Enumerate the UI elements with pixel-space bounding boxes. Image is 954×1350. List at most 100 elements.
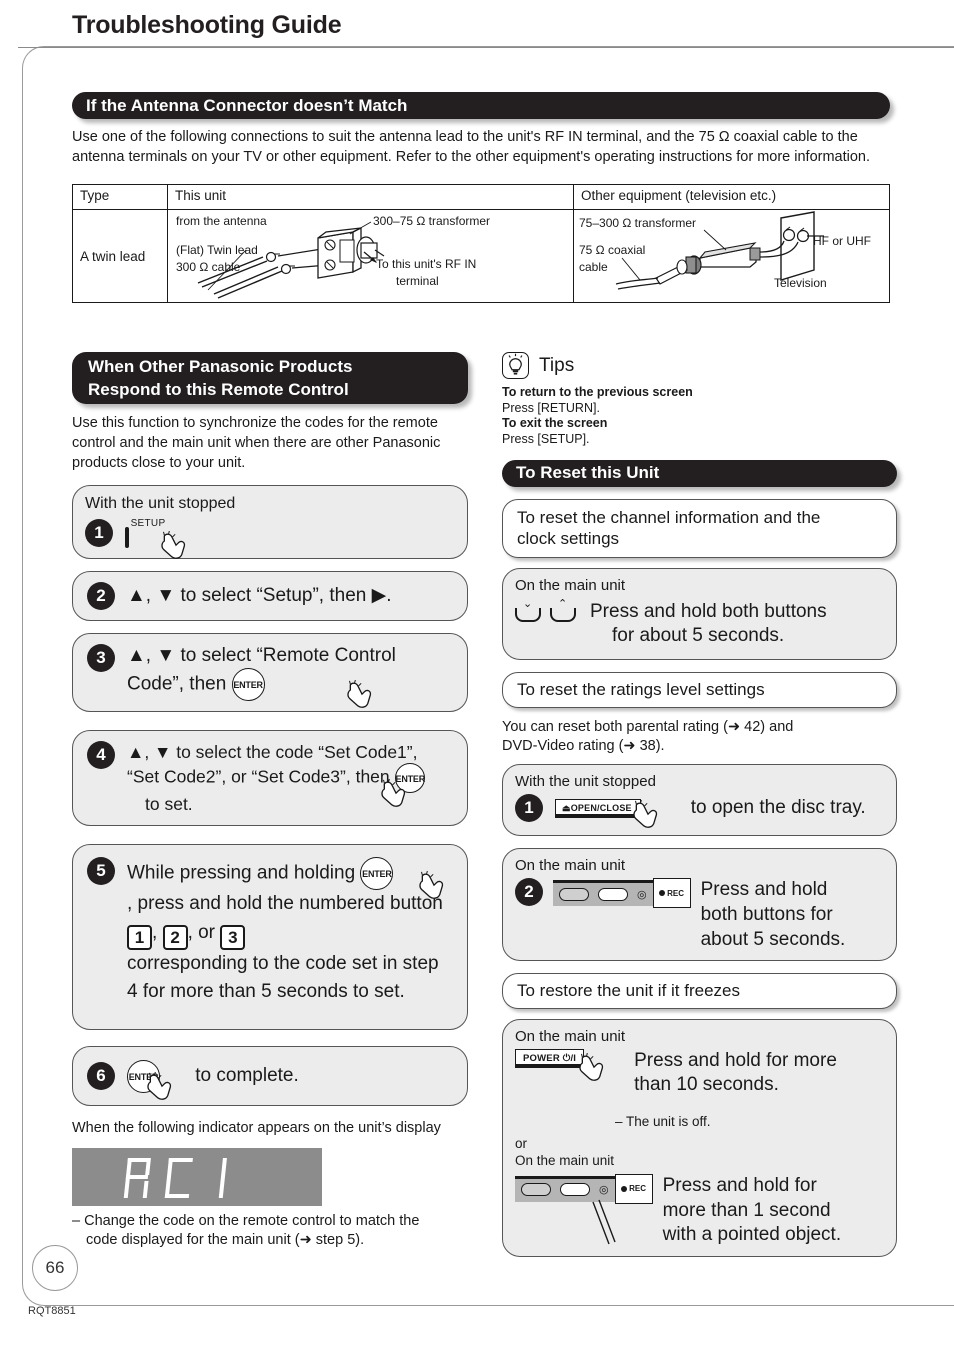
antenna-section-heading: If the Antenna Connector doesn’t Match — [72, 92, 890, 119]
remote-step-5[interactable]: 5 While pressing and holding ENTER , , p… — [72, 844, 468, 1031]
page-number: 66 — [32, 1245, 78, 1291]
right-column: Tips To return to the previous screen Pr… — [502, 352, 897, 1269]
reset-pinhole-icon-2[interactable]: ◎ — [599, 1183, 609, 1196]
reset-block-3-instruction-b-line1: Press and hold for — [662, 1174, 817, 1196]
eject-icon: ⏏ — [562, 802, 571, 813]
reset-block-3-or-label: or — [515, 1135, 528, 1151]
open-close-button-label: OPEN/CLOSE — [570, 802, 632, 813]
strip-body: ◎ — [553, 880, 653, 907]
reset-block-3-instruction-b-line2: more than 1 second — [662, 1199, 831, 1221]
record-dot-icon-2 — [621, 1185, 628, 1192]
table-body-row: A twin lead from the antenna (Flat) Twin… — [73, 210, 889, 302]
reset-block-2-step-1-precondition: With the unit stopped — [515, 773, 656, 791]
enter-key-step3[interactable]: ENTER — [231, 667, 265, 701]
table-cell-type: A twin lead — [73, 210, 168, 302]
reset-block-3-note-a: – The unit is off. — [615, 1114, 711, 1130]
table-header-other-equipment: Other equipment (television etc.) — [581, 188, 777, 203]
reset-block-3-instruction-a-line1: Press and hold for more — [634, 1050, 837, 1072]
channel-down-button[interactable]: ⌄ — [515, 599, 541, 622]
reset-block-3-instruction-box[interactable]: On the main unit POWER ⏻/I Press and hol… — [502, 1019, 897, 1257]
reset-block-1-precondition: On the main unit — [515, 577, 626, 594]
reset-block-2-step-2-number: 2 — [515, 878, 543, 907]
remote-step-6-number: 6 — [87, 1062, 115, 1091]
number-key-3[interactable]: 3 — [220, 924, 246, 950]
stop-button[interactable] — [559, 887, 589, 901]
reset-block-1-subhead-line1: To reset the channel information and the — [517, 507, 821, 527]
reset-block-2-step-1[interactable]: With the unit stopped 1 ⏏OPEN/CLOSE to o… — [502, 764, 897, 837]
remote-step-3-number: 3 — [87, 644, 115, 672]
table-cell-this-unit-diagram: from the antenna (Flat) Twin lead 300 Ω … — [168, 210, 574, 302]
tips-label: Tips — [539, 354, 575, 376]
reset-block-3-instruction-a-line2: than 10 seconds. — [634, 1074, 779, 1096]
remote-step-4-number: 4 — [87, 740, 115, 769]
reset-block-1-instruction-line1: Press and hold both buttons — [590, 601, 827, 622]
reset-block-2-note-line2: DVD-Video rating (➜ 38). — [502, 738, 665, 755]
reset-block-2-step-2-line2: both buttons for — [700, 903, 833, 925]
remote-section-intro: Use this function to synchronize the cod… — [72, 415, 441, 471]
remote-step-2[interactable]: 2 ▲, ▼ to select “Setup”, then ▶. — [72, 571, 468, 621]
remote-step-4-text: ▲, ▼ to select the code “Set Code1”, “Se… — [127, 741, 418, 787]
enter-key-step6[interactable]: ENTER — [127, 1059, 160, 1093]
tips-item-0-normal: Press [RETURN]. — [502, 400, 600, 415]
setup-button[interactable]: SETUP — [125, 518, 171, 549]
reset-section-heading: To Reset this Unit — [502, 459, 897, 487]
reset-block-2-subhead: To reset the ratings level settings — [502, 672, 897, 708]
channel-up-button[interactable]: ⌃ — [550, 599, 576, 622]
remote-section-heading: When Other Panasonic Products Respond to… — [72, 352, 468, 404]
number-key-1[interactable]: 1 — [127, 924, 152, 950]
remote-step-1-precondition: With the unit stopped — [85, 495, 236, 512]
reset-block-3-instruction-b-line3: with a pointed object. — [662, 1224, 842, 1246]
enter-key-step5[interactable]: ENTER — [360, 857, 394, 891]
enter-key-step4[interactable]: ENTER — [394, 762, 425, 793]
power-button[interactable]: POWER ⏻/I — [515, 1049, 585, 1069]
reset-section-heading-label: To Reset this Unit — [516, 463, 660, 482]
antenna-section-heading-label: If the Antenna Connector doesn’t Match — [86, 95, 408, 115]
reset-block-2-step-2-line3: about 5 seconds. — [700, 928, 846, 950]
stop-button-2[interactable] — [521, 1183, 551, 1197]
tips-list: To return to the previous screen Press [… — [502, 385, 897, 448]
rec-button[interactable]: REC — [652, 878, 691, 909]
rec-button-label: REC — [667, 888, 685, 898]
setup-button-cap — [125, 527, 129, 549]
rec-button-2-label: REC — [629, 1184, 647, 1194]
table-header-type: Type — [73, 185, 168, 209]
reset-block-2-step-2-precondition: On the main unit — [515, 857, 626, 875]
indicator-caption: When the following indicator appears on … — [72, 1120, 441, 1137]
table-header-this-unit: This unit — [168, 185, 574, 209]
play-button[interactable] — [598, 887, 628, 901]
open-close-button[interactable]: ⏏OPEN/CLOSE — [555, 798, 641, 818]
remote-step-1[interactable]: With the unit stopped 1 SETUP — [72, 485, 468, 560]
lightbulb-glyph — [508, 353, 523, 375]
record-dot-icon — [659, 890, 666, 897]
tips-item-1-bold: To exit the screen — [502, 416, 608, 431]
remote-step-5-text-after: corresponding to the code set in step 4 … — [127, 952, 439, 1003]
reset-block-1-instruction-box[interactable]: On the main unit ⌄ ⌃ Press and hold both… — [502, 568, 897, 660]
reset-block-2-subhead-label: To reset the ratings level settings — [517, 680, 765, 699]
reset-block-1-instruction-line2: for about 5 seconds. — [612, 624, 785, 646]
tips-item-0-bold: To return to the previous screen — [502, 385, 693, 399]
remote-step-3[interactable]: 3 ▲, ▼ to select “Remote Control Code”, … — [72, 633, 468, 712]
remote-step-1-number: 1 — [85, 519, 113, 548]
reset-block-2-step-2[interactable]: On the main unit 2 ◎ REC Press and hold … — [502, 848, 897, 962]
remote-step-4-text-after: to set. — [145, 793, 193, 814]
numkey-sep-1: , — [152, 921, 158, 943]
pointing-hand-icon — [347, 680, 372, 708]
chevron-down-icon: ⌄ — [523, 598, 533, 610]
reset-block-3-subhead: To restore the unit if it freezes — [502, 973, 897, 1010]
reset-block-3-precondition-a: On the main unit — [515, 1028, 626, 1046]
remote-step-6[interactable]: 6 ENTER to complete. — [72, 1046, 468, 1107]
number-key-2[interactable]: 2 — [162, 924, 188, 950]
main-unit-button-strip[interactable]: ◎ REC — [553, 878, 691, 909]
remote-step-6-text: to complete. — [195, 1065, 299, 1087]
play-button-2[interactable] — [560, 1183, 590, 1197]
seven-segment-readout — [123, 1158, 227, 1199]
other-equipment-antenna-diagram — [615, 211, 824, 290]
remote-step-4[interactable]: 4 ▲, ▼ to select the code “Set Code1”, “… — [72, 729, 468, 827]
reset-block-2-step-1-text: to open the disc tray. — [690, 797, 866, 819]
tips-item-1-normal: Press [SETUP]. — [502, 431, 590, 446]
reset-block-2-note-line1: You can reset both parental rating (➜ 42… — [502, 719, 794, 735]
reset-pinhole-icon[interactable]: ◎ — [637, 888, 647, 901]
setup-button-label: SETUP — [130, 518, 166, 530]
table-cell-other-equipment-diagram: 75–300 Ω transformer 75 Ω coaxial cable … — [574, 210, 889, 302]
tips-header: Tips — [502, 352, 897, 379]
